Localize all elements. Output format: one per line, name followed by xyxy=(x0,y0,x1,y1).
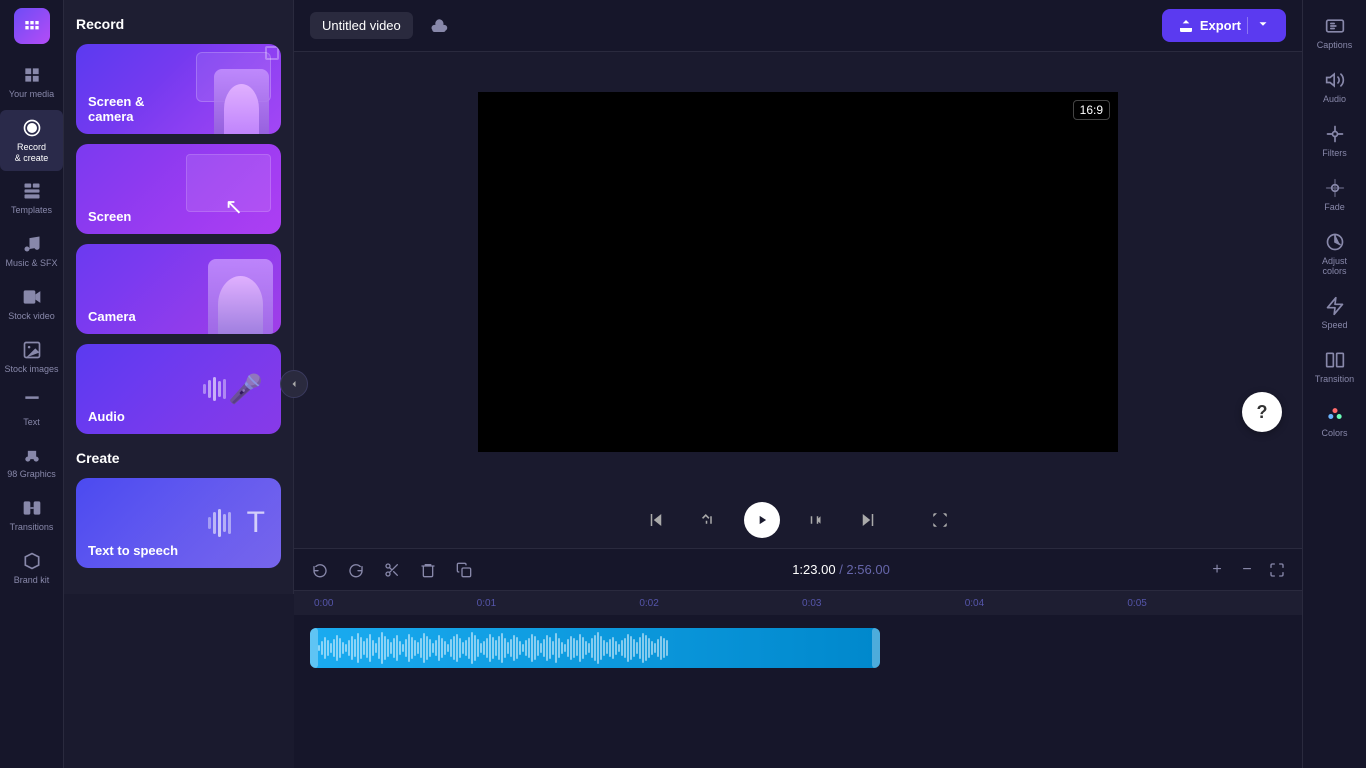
ruler-mark-3: 0:03 xyxy=(798,598,961,609)
camera-card[interactable]: Camera xyxy=(76,244,281,334)
track-handle-right[interactable] xyxy=(872,628,880,668)
export-button[interactable]: Export xyxy=(1162,9,1286,42)
record-create-panel: Record Screen &camera ↖ Screen xyxy=(64,0,294,594)
text-to-speech-label: Text to speech xyxy=(88,543,178,558)
zoom-out-button[interactable]: − xyxy=(1234,557,1260,583)
top-bar: Untitled video Export xyxy=(294,0,1302,52)
audio-card[interactable]: 🎤 Audio xyxy=(76,344,281,434)
ruler-mark-2: 0:02 xyxy=(635,598,798,609)
right-panel-audio[interactable]: Audio xyxy=(1303,62,1366,112)
video-canvas: 16:9 xyxy=(478,92,1118,452)
undo-button[interactable] xyxy=(306,556,334,584)
zoom-in-button[interactable]: + xyxy=(1204,557,1230,583)
waveform-visualization xyxy=(310,628,880,668)
aspect-ratio-badge: 16:9 xyxy=(1073,100,1110,120)
sidebar-item-music-sfx[interactable]: Music & SFX xyxy=(0,226,63,277)
screen-camera-label: Screen &camera xyxy=(88,94,144,124)
play-button[interactable] xyxy=(744,502,780,538)
timeline-toolbar: 1:23.00 / 2:56.00 + − xyxy=(294,549,1302,591)
audio-track[interactable] xyxy=(310,628,880,668)
app-logo[interactable] xyxy=(14,8,50,44)
text-to-speech-card[interactable]: T Text to speech xyxy=(76,478,281,568)
sidebar-item-brand-kit[interactable]: Brand kit xyxy=(0,543,63,594)
right-panel-captions[interactable]: Captions xyxy=(1303,8,1366,58)
playback-controls xyxy=(294,492,1302,548)
right-panel-speed[interactable]: Speed xyxy=(1303,288,1366,338)
timeline-tracks xyxy=(294,615,1302,768)
timeline-ruler: 0:00 0:01 0:02 0:03 0:04 0:05 xyxy=(294,591,1302,615)
screen-camera-card[interactable]: Screen &camera xyxy=(76,44,281,134)
sidebar-item-stock-video[interactable]: Stock video xyxy=(0,279,63,330)
sidebar-item-text[interactable]: Text xyxy=(0,385,63,436)
collapse-panel-button[interactable] xyxy=(280,370,308,398)
expand-timeline-button[interactable] xyxy=(1264,557,1290,583)
create-section-title: Create xyxy=(76,450,281,466)
rewind-5s-button[interactable] xyxy=(692,504,724,536)
copy-button[interactable] xyxy=(450,556,478,584)
right-panel-fade[interactable]: Fade xyxy=(1303,170,1366,220)
skip-to-end-button[interactable] xyxy=(852,504,884,536)
camera-label: Camera xyxy=(88,309,136,324)
current-time: 1:23.00 xyxy=(792,562,835,577)
project-title-tab[interactable]: Untitled video xyxy=(310,12,413,39)
right-panel-adjust-colors[interactable]: Adjustcolors xyxy=(1303,224,1366,284)
delete-button[interactable] xyxy=(414,556,442,584)
right-panel-filters[interactable]: Filters xyxy=(1303,116,1366,166)
audio-track-row xyxy=(310,623,1286,673)
ruler-mark-4: 0:04 xyxy=(961,598,1124,609)
right-panel-colors[interactable]: Colors xyxy=(1303,396,1366,446)
help-button[interactable]: ? xyxy=(1242,392,1282,432)
ruler-mark-5: 0:05 xyxy=(1123,598,1286,609)
record-section-title: Record xyxy=(76,16,281,32)
right-panel: Captions Audio Filters Fade Adjustcolors… xyxy=(1302,0,1366,768)
ruler-mark-1: 0:01 xyxy=(473,598,636,609)
video-preview-area: 16:9 ? xyxy=(294,52,1302,492)
sidebar-item-stock-images[interactable]: Stock images xyxy=(0,332,63,383)
sidebar-item-transitions[interactable]: Transitions xyxy=(0,490,63,541)
zoom-controls: + − xyxy=(1204,557,1290,583)
audio-label: Audio xyxy=(88,409,125,424)
ruler-marks: 0:00 0:01 0:02 0:03 0:04 0:05 xyxy=(310,598,1286,609)
timeline-time-display: 1:23.00 / 2:56.00 xyxy=(486,562,1196,577)
save-to-cloud-button[interactable] xyxy=(425,12,453,40)
right-panel-transition[interactable]: Transition xyxy=(1303,342,1366,392)
screen-label: Screen xyxy=(88,209,131,224)
redo-button[interactable] xyxy=(342,556,370,584)
timeline-area: 1:23.00 / 2:56.00 + − 0:00 0:01 0:02 0:0… xyxy=(294,548,1302,768)
fullscreen-button[interactable] xyxy=(924,504,956,536)
ruler-mark-0: 0:00 xyxy=(310,598,473,609)
sidebar-item-your-media[interactable]: Your media xyxy=(0,57,63,108)
skip-to-start-button[interactable] xyxy=(640,504,672,536)
sidebar-item-graphics[interactable]: 98 Graphics xyxy=(0,437,63,488)
forward-5s-button[interactable] xyxy=(800,504,832,536)
sidebar-item-record-create[interactable]: Record& create xyxy=(0,110,63,172)
left-sidebar: Your media Record& create Templates Musi… xyxy=(0,0,64,768)
sidebar-item-templates[interactable]: Templates xyxy=(0,173,63,224)
cut-button[interactable] xyxy=(378,556,406,584)
screen-card[interactable]: ↖ Screen xyxy=(76,144,281,234)
main-area: Untitled video Export 16:9 ? xyxy=(294,0,1302,768)
total-time: 2:56.00 xyxy=(846,562,889,577)
